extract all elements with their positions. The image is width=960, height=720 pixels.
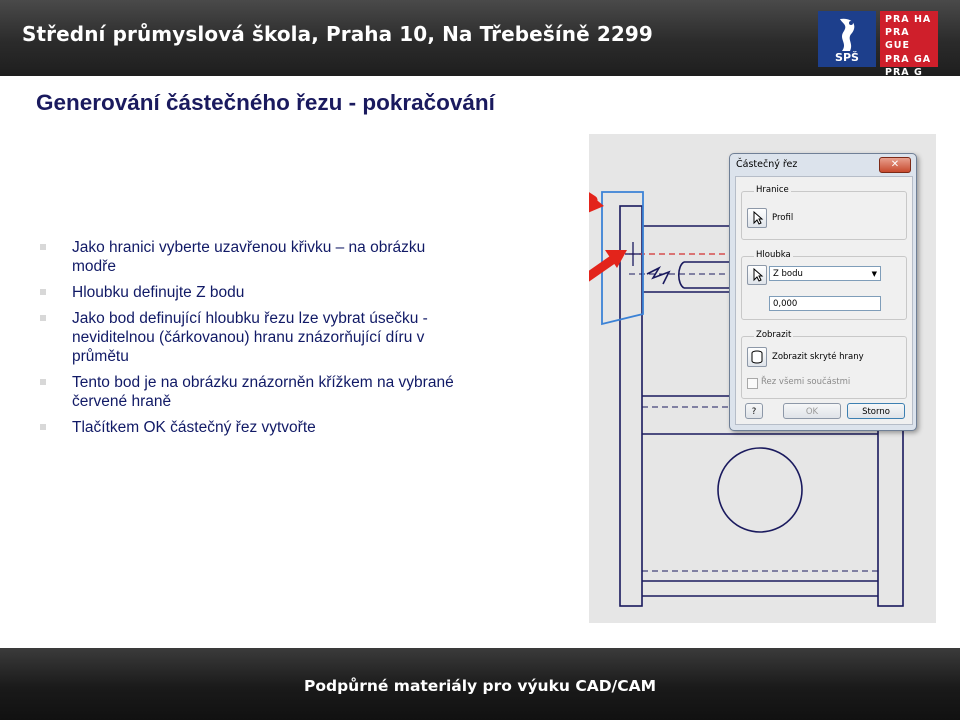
display-group-label: Zobrazit	[754, 330, 794, 340]
boundary-group: Hranice Profil	[741, 185, 907, 240]
boundary-group-label: Hranice	[754, 185, 791, 195]
show-hidden-label: Zobrazit skryté hrany	[772, 352, 864, 362]
section-all-checkbox[interactable]	[747, 378, 758, 389]
cursor-arrow-icon	[753, 267, 764, 282]
dialog-title: Částečný řez	[736, 159, 798, 170]
footer-text: Podpůrné materiály pro výuku CAD/CAM	[303, 677, 657, 695]
drawing-hole-circle	[717, 447, 803, 533]
profile-label: Profil	[772, 213, 794, 223]
depth-value-input[interactable]: 0,000	[769, 296, 881, 311]
section-all-label: Řez všemi součástmi	[761, 377, 851, 387]
praha-logo-line: PRA G	[885, 66, 923, 78]
bullet-list: Jako hranici vyberte uzavřenou křivku – …	[40, 238, 470, 444]
bullet-text: Tlačítkem OK částečný řez vytvořte	[72, 419, 316, 436]
bullet-text: Jako hranici vyberte uzavřenou křivku – …	[72, 239, 426, 275]
drawing-left-bar	[619, 205, 643, 607]
bullet-item: Tlačítkem OK částečný řez vytvořte	[40, 418, 470, 437]
dialog-body: Hranice Profil Hloubka Z bodu ▼ 0,000 Zo…	[735, 176, 913, 425]
bullet-text: Jako bod definující hloubku řezu lze vyb…	[72, 310, 428, 365]
partial-section-dialog: Částečný řez ✕ Hranice Profil Hloubka Z …	[729, 153, 917, 431]
praha-logo-line: PRA GA	[885, 53, 932, 65]
bullet-marker-icon	[40, 379, 46, 385]
display-group: Zobrazit Zobrazit skryté hrany Řez všemi…	[741, 330, 907, 399]
praha-logo: PRA HA PRA GUE PRA GA PRA G	[880, 11, 938, 78]
bullet-text: Hloubku definujte Z bodu	[72, 284, 245, 301]
bullet-item: Hloubku definujte Z bodu	[40, 283, 470, 302]
arrow-icon	[534, 161, 604, 214]
bullet-marker-icon	[40, 289, 46, 295]
school-name: Střední průmyslová škola, Praha 10, Na T…	[22, 22, 653, 46]
profile-select-button[interactable]	[747, 208, 767, 228]
bullet-item: Jako bod definující hloubku řezu lze vyb…	[40, 309, 470, 366]
praha-logo-line: PRA GUE	[885, 27, 911, 52]
cross-marker-icon	[625, 242, 641, 266]
close-button[interactable]: ✕	[879, 157, 911, 173]
bullet-marker-icon	[40, 244, 46, 250]
help-button[interactable]: ?	[745, 403, 763, 419]
depth-group-label: Hloubka	[754, 250, 793, 260]
arrow-icon	[564, 250, 627, 295]
sps-logo: SPŠ	[818, 11, 876, 67]
depth-group: Hloubka Z bodu ▼ 0,000	[741, 250, 907, 320]
bullet-text: Tento bod je na obrázku znázorněn křížke…	[72, 374, 454, 410]
depth-select-button[interactable]	[747, 265, 767, 285]
bullet-marker-icon	[40, 315, 46, 321]
depth-type-select[interactable]: Z bodu ▼	[769, 266, 881, 281]
cursor-arrow-icon	[753, 210, 764, 225]
bullet-marker-icon	[40, 424, 46, 430]
bullet-item: Tento bod je na obrázku znázorněn křížke…	[40, 373, 470, 411]
footer-bar: Podpůrné materiály pro výuku CAD/CAM	[0, 648, 960, 720]
depth-type-value: Z bodu	[773, 269, 803, 279]
praha-logo-line: PRA HA	[885, 14, 932, 25]
cylinder-icon	[751, 350, 763, 364]
ok-button[interactable]: OK	[783, 403, 841, 419]
cancel-button[interactable]: Storno	[847, 403, 905, 419]
slide-title: Generování částečného řezu - pokračování	[36, 90, 495, 115]
logo-text: SPŠ	[835, 51, 859, 64]
chevron-down-icon: ▼	[871, 270, 877, 278]
bullet-item: Jako hranici vyberte uzavřenou křivku – …	[40, 238, 470, 276]
show-hidden-edges-button[interactable]	[747, 347, 767, 367]
header-bar: Střední průmyslová škola, Praha 10, Na T…	[0, 0, 960, 78]
